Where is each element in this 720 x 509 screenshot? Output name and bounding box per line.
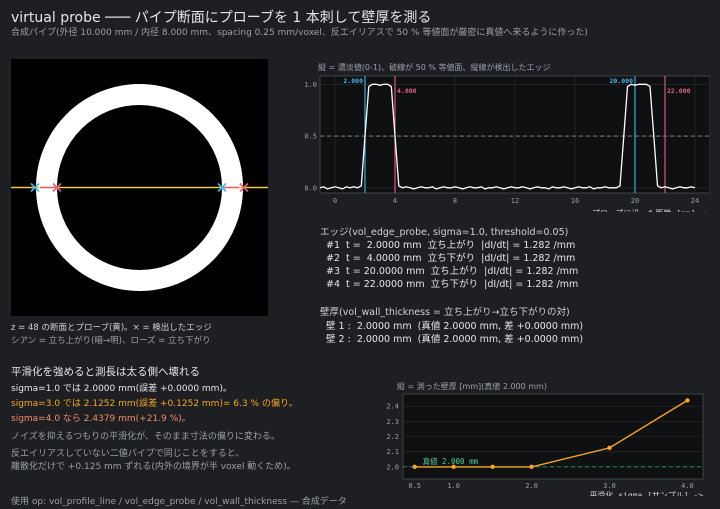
- edge-row: #3 t = 20.0000 mm 立ち上がり |dI/dt| = 1.282 …: [326, 266, 579, 277]
- walls-heading: 壁厚(vol_wall_thickness = 立ち上がり→立ち下がりの対): [320, 307, 570, 318]
- x-tick-label: 3.0: [603, 482, 616, 490]
- x-tick-label: 2.0: [525, 482, 538, 490]
- edge-value-label: 22.000: [667, 87, 691, 95]
- x-tick-label: 4.0: [681, 482, 694, 490]
- data-point: [529, 464, 534, 470]
- y-tick-label: 1.0: [304, 81, 317, 89]
- note-line: ノイズを抑えるつもりの平滑化が、そのまま寸法の偏りに変わる。: [11, 432, 280, 442]
- y-tick-label: 0.0: [304, 184, 317, 192]
- edge-row: #1 t = 2.0000 mm 立ち上がり |dI/dt| = 1.282 /…: [326, 240, 576, 251]
- x-tick-label: 1.0: [447, 482, 460, 490]
- profile-chart: 0 4 8 12 16 20 24 0.0 0.5 1.0 2.000 4.000 20.000 22.0…: [304, 75, 710, 212]
- slice-legend: シアン = 立ち上がり(暗→明)、ローズ = 立ち下がり: [11, 336, 211, 346]
- note-line: sigma=1.0 では 2.0000 mm(誤差 +0.0000 mm)。: [11, 384, 232, 394]
- thickness-chart: 2.0 2.1 2.2 2.3 2.4 0.5 1.0 2.0 3.0 4.0 真値 2.000 m…: [386, 393, 704, 496]
- wall-row: 壁 1 : 2.0000 mm (真値 2.0000 mm, 差 +0.0000…: [326, 321, 584, 332]
- note-line: 反エイリアスしていない二値パイプで同じことをすると、: [11, 449, 245, 459]
- slice-caption: z = 48 の断面とプローブ(黄)。× = 検出したエッジ: [11, 323, 212, 333]
- y-tick-label: 2.1: [386, 448, 399, 456]
- x-tick-label: 24: [691, 197, 699, 205]
- edge-row: #2 t = 4.0000 mm 立ち下がり |dI/dt| = 1.282 /…: [326, 253, 576, 264]
- edge-value-label: 20.000: [610, 77, 634, 85]
- x-tick-label: 16: [571, 197, 579, 205]
- data-point: [490, 464, 495, 470]
- edges-heading: エッジ(vol_edge_probe, sigma=1.0, threshold…: [320, 227, 569, 238]
- x-tick-label: 20: [631, 197, 639, 205]
- data-point: [451, 464, 456, 470]
- y-tick-label: 0.5: [304, 133, 317, 141]
- data-point: [685, 398, 690, 403]
- wall-row: 壁 2 : 2.0000 mm (真値 2.0000 mm, 差 +0.0000…: [326, 334, 584, 345]
- x-axis-label: プローブに沿った距離 [mm] ->: [592, 208, 710, 212]
- y-tick-label: 2.2: [386, 433, 399, 441]
- slice-image: [11, 59, 268, 316]
- note-line: sigma=4.0 なら 2.4379 mm(+21.9 %)。: [11, 414, 191, 424]
- x-tick-label: 4: [393, 197, 397, 205]
- data-point: [607, 445, 612, 451]
- notes-heading: 平滑化を強めると測長は太る側へ壊れる: [11, 366, 200, 378]
- note-line: sigma=3.0 では 2.1252 mm(誤差 +0.1252 mm)= 6…: [11, 399, 298, 409]
- x-axis-label: 平滑化 sigma [サンプル] ->: [589, 490, 703, 496]
- page-title: virtual probe ─── パイプ断面にプローブを 1 本刺して壁厚を測…: [11, 10, 432, 26]
- x-tick-label: 8: [453, 197, 457, 205]
- edge-value-label: 4.000: [397, 87, 417, 95]
- truth-label: 真値 2.000 mm: [422, 456, 478, 466]
- x-tick-label: 0.5: [408, 482, 421, 490]
- note-line: 離散化だけで +0.125 mm ずれる(内外の境界が半 voxel 動くため)…: [11, 462, 296, 472]
- y-tick-label: 2.3: [386, 418, 399, 426]
- data-point: [412, 464, 417, 470]
- page-subtitle: 合成パイプ(外径 10.000 mm / 内径 8.000 mm、spacing…: [11, 28, 588, 38]
- y-tick-label: 2.0: [386, 463, 399, 471]
- edge-value-label: 2.000: [343, 77, 363, 85]
- y-tick-label: 2.4: [386, 403, 399, 411]
- x-tick-label: 0: [333, 197, 337, 205]
- edge-row: #4 t = 22.0000 mm 立ち下がり |dI/dt| = 1.282 …: [326, 279, 579, 290]
- x-tick-label: 12: [511, 197, 519, 205]
- footer: 使用 op: vol_profile_line / vol_edge_probe…: [11, 497, 347, 507]
